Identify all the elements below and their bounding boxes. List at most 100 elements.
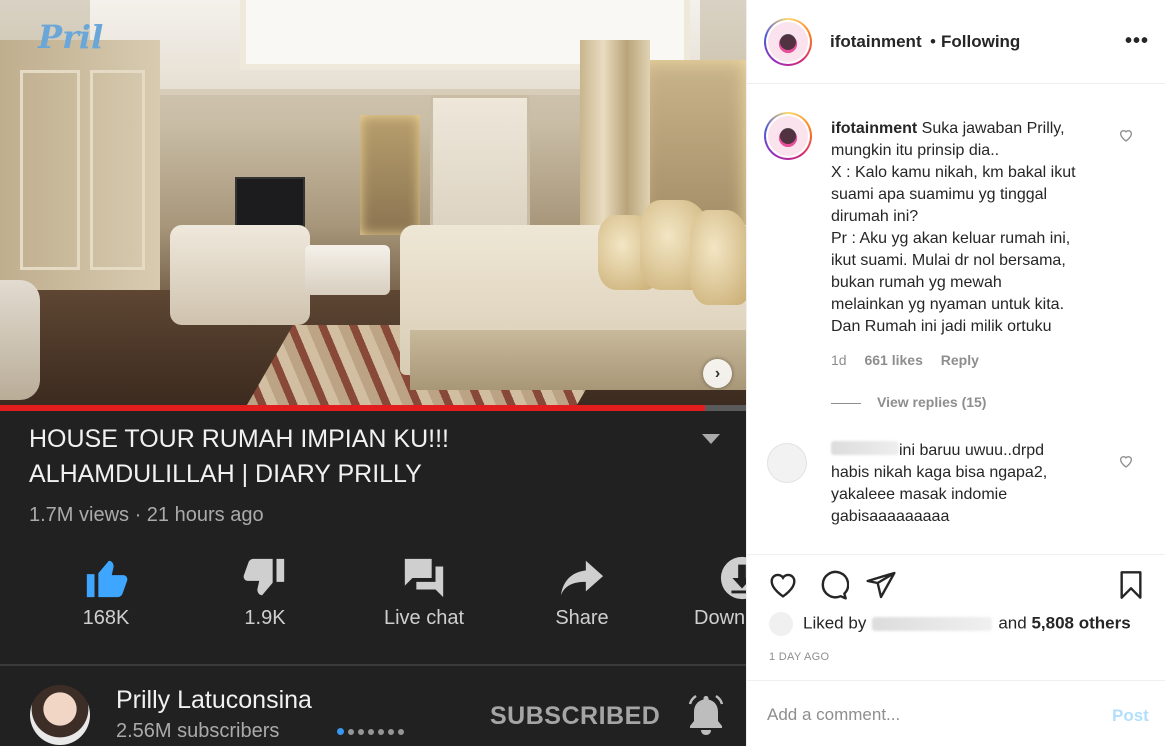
live-chat-label: Live chat: [383, 607, 465, 629]
commenter-avatar[interactable]: [767, 443, 807, 483]
caption-line: Pr : Aku yg akan keluar rumah ini,: [831, 230, 1071, 247]
video-actions: 168K 1.9K Live chat Share Down: [0, 555, 746, 645]
armchair: [0, 280, 40, 400]
save-bookmark-icon[interactable]: [1115, 569, 1147, 601]
separator-dot: •: [930, 32, 936, 51]
liked-by-and: and: [998, 613, 1027, 633]
add-comment-input[interactable]: [767, 703, 1087, 727]
add-comment-bar: Post: [747, 680, 1165, 746]
carousel-dot: [398, 729, 404, 735]
following-button[interactable]: Following: [941, 32, 1020, 52]
more-options-icon[interactable]: •••: [1125, 30, 1149, 53]
share-icon: [560, 560, 604, 596]
carousel-next-button[interactable]: ›: [703, 359, 732, 388]
caption-line: Suka jawaban Prilly,: [921, 120, 1065, 137]
ottoman: [305, 245, 390, 295]
caption-line: Dan Rumah ini jadi milik ortuku: [831, 318, 1052, 335]
thumbs-down-icon: [243, 558, 285, 596]
caption-line: bukan rumah yg mewah: [831, 274, 1002, 291]
caption-line: mungkin itu prinsip dia..: [831, 142, 1000, 159]
carousel-dot: [358, 729, 364, 735]
carousel-dots: [337, 722, 408, 735]
liker-avatar: [769, 612, 793, 636]
wall-moulding: [20, 70, 80, 270]
share-direct-icon[interactable]: [865, 569, 897, 601]
channel-name[interactable]: Prilly Latuconsina: [116, 686, 312, 715]
chat-icon: [404, 558, 444, 598]
likes-others-link[interactable]: 5,808 others: [1031, 613, 1130, 632]
bed-base: [410, 330, 746, 390]
dislike-button[interactable]: 1.9K: [205, 555, 325, 630]
download-button[interactable]: Down: [682, 555, 746, 630]
author-avatar[interactable]: [764, 18, 812, 66]
carousel-dot: [337, 728, 344, 735]
comments-list[interactable]: ifotainment Suka jawaban Prilly, mungkin…: [747, 85, 1165, 553]
post-comment-button[interactable]: Post: [1112, 706, 1149, 726]
dislike-count: 1.9K: [244, 607, 286, 629]
comment-line: habis nikah kaga bisa ngapa2,: [831, 464, 1048, 481]
video-progress-bar[interactable]: [0, 405, 746, 411]
chevron-right-icon: ›: [714, 365, 721, 382]
pillow: [690, 210, 746, 305]
video-thumbnail: Pril: [0, 0, 746, 408]
author-username[interactable]: ifotainment: [830, 32, 922, 52]
post-actions: [747, 554, 1165, 604]
expand-chevron-icon[interactable]: [700, 432, 722, 446]
avatar-image: [768, 116, 808, 156]
video-title: HOUSE TOUR RUMAH IMPIAN KU!!! ALHAMDULIL…: [29, 422, 669, 492]
subscribed-button[interactable]: SUBSCRIBED: [490, 702, 660, 731]
carousel-dot: [348, 729, 354, 735]
caption-line: melainkan yg nyaman untuk kita.: [831, 296, 1065, 313]
reply-button[interactable]: Reply: [941, 352, 979, 368]
video-progress-fill: [0, 405, 705, 411]
wall-moulding: [90, 70, 145, 270]
post-sidebar: ifotainment • Following ••• ifotainment …: [746, 0, 1165, 746]
caption-line: dirumah ini?: [831, 208, 919, 225]
post-header: ifotainment • Following •••: [747, 0, 1165, 84]
post-date: 1 DAY AGO: [769, 651, 830, 663]
caption-line: ikut suami. Mulai dr nol bersama,: [831, 252, 1066, 269]
sofa: [170, 225, 310, 325]
channel-avatar[interactable]: [30, 685, 90, 745]
caption-line: X : Kalo kamu nikah, km bakal ikut: [831, 164, 1076, 181]
comment-like-heart-icon[interactable]: [1118, 127, 1134, 143]
carousel-dot: [378, 729, 384, 735]
tv: [235, 177, 305, 227]
carousel-dot: [368, 729, 374, 735]
liked-by: Liked by and 5,808 others: [769, 612, 1131, 636]
like-heart-icon[interactable]: [767, 569, 799, 601]
comment-like-heart-icon[interactable]: [1118, 453, 1134, 469]
caption-likes[interactable]: 661 likes: [864, 352, 922, 368]
comment-text: ini baruu uwuu..drpd habis nikah kaga bi…: [831, 440, 1101, 528]
video-title-line: ALHAMDULILLAH | DIARY PRILLY: [29, 460, 422, 488]
liker-username-redacted: [872, 617, 993, 631]
liked-by-prefix: Liked by: [803, 613, 867, 633]
comment-bubble-icon[interactable]: [817, 569, 849, 601]
view-replies-label: View replies (15): [877, 394, 987, 410]
caption-avatar[interactable]: [764, 112, 812, 160]
thumbs-up-icon: [86, 560, 128, 598]
download-icon: [720, 556, 746, 600]
like-count: 168K: [82, 607, 130, 629]
notification-bell-icon[interactable]: [684, 692, 728, 736]
caption-text: ifotainment Suka jawaban Prilly, mungkin…: [831, 118, 1121, 338]
video-meta: 1.7M views · 21 hours ago: [29, 504, 264, 526]
caption-username[interactable]: ifotainment: [831, 120, 917, 137]
view-replies-button[interactable]: View replies (15): [831, 394, 986, 410]
like-button[interactable]: 168K: [46, 555, 166, 630]
subscriber-count: 2.56M subscribers: [116, 720, 280, 742]
comment-line: yakaleee masak indomie: [831, 486, 1008, 503]
post-media[interactable]: Pril › HOUSE TOUR RUMAH IMPIAN KU!!! ALH…: [0, 0, 746, 746]
share-button[interactable]: Share: [522, 555, 642, 630]
comment-line: ini baruu uwuu..drpd: [899, 442, 1044, 459]
caption-age: 1d: [831, 352, 847, 368]
video-title-line: HOUSE TOUR RUMAH IMPIAN KU!!!: [29, 425, 449, 453]
channel-watermark: Pril: [38, 18, 104, 56]
live-chat-button[interactable]: Live chat: [364, 555, 484, 630]
caption-meta: 1d 661 likes Reply: [831, 352, 993, 368]
replies-dash: [831, 402, 861, 404]
download-label: Down: [694, 607, 746, 629]
caption-line: suami apa suamimu yg tinggal: [831, 186, 1048, 203]
lit-shelf: [360, 115, 420, 235]
share-label: Share: [555, 607, 609, 629]
